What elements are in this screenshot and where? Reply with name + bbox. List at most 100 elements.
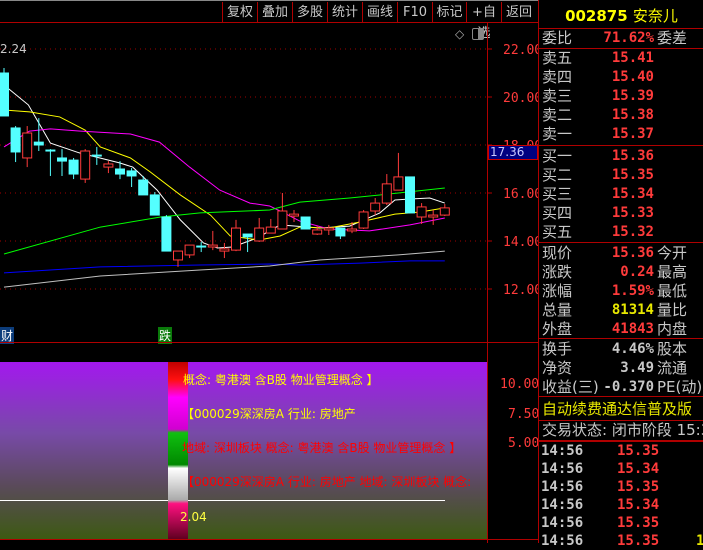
toolbar-button[interactable]: 画线	[362, 2, 397, 23]
candle	[91, 154, 102, 157]
stock-title: 002875 安奈儿	[539, 5, 703, 26]
candle	[149, 194, 160, 216]
stats-label2: 量比	[657, 301, 688, 319]
y-tick-label: 16.00	[503, 187, 538, 202]
toolbar-button[interactable]: 复权	[222, 2, 257, 23]
buys-row: 买一 15.36	[539, 147, 703, 166]
stats-value: 81314	[611, 302, 654, 318]
stats2-label: 收益(三)	[542, 378, 599, 396]
stats2-label: 净资	[542, 359, 573, 377]
stats2-row: 换手 4.46% 股本	[539, 340, 703, 359]
y-tick-label: 14.00	[503, 235, 538, 250]
stats-label2: 内盘	[657, 320, 688, 338]
stats2-value: -0.370	[603, 379, 654, 395]
panel-toggle-icon[interactable]	[472, 28, 484, 40]
toolbar-button[interactable]: 叠加	[257, 2, 292, 23]
tick-row: 14:56 15.35	[541, 515, 660, 531]
stats-label: 总量	[542, 301, 573, 319]
concept-text: 地域: 深圳板块 概念: 粤港澳 含B股 物业管理概念 】	[182, 441, 462, 455]
lower-axis-tick: 5.00	[508, 436, 540, 451]
buys-row: 买三 15.34	[539, 185, 703, 204]
candle	[184, 244, 195, 256]
toolbar-button[interactable]: 标记	[432, 2, 466, 23]
concept-text: 概念: 粤港澳 含B股 物业管理概念 】	[183, 373, 379, 387]
candle	[173, 250, 183, 261]
sells-label: 卖三	[542, 87, 573, 105]
quote-panel: 002875 安奈儿 委比 71.62% 委差 卖五 15.41 卖四 15.40 卖三…	[538, 0, 703, 549]
buys-label: 买三	[542, 185, 573, 203]
diamond-icon[interactable]: ◇	[455, 27, 464, 41]
tick-row: 14:56 15.35	[541, 479, 660, 495]
tick-row: 14:56 15.34	[541, 461, 660, 477]
buys-label: 买二	[542, 166, 573, 184]
toolbar-button[interactable]: 多股	[292, 2, 327, 23]
candle	[80, 150, 91, 180]
stats-row: 现价 15.36 今开	[539, 244, 703, 263]
moving-average-line	[3, 109, 445, 241]
lower-axis-tick: 7.50	[508, 407, 540, 422]
candle	[358, 211, 369, 229]
stock-name: 安奈儿	[632, 7, 678, 25]
candle	[265, 226, 276, 234]
buys-value: 15.36	[611, 148, 654, 164]
axis-line	[487, 23, 488, 543]
weibi-row: 委比 71.62% 委差	[542, 29, 688, 47]
stats-row: 涨跌 0.24 最高	[539, 263, 703, 282]
toolbar-button[interactable]: 统计	[327, 2, 362, 23]
promo-link[interactable]: 自动续费通达信普及版	[539, 400, 703, 419]
toolbar-button[interactable]: F10	[397, 2, 432, 23]
candle	[323, 227, 334, 231]
candle	[312, 229, 323, 235]
toolbar: 复权叠加多股统计画线F10标记+自选返回	[0, 0, 538, 41]
stats-label2: 最高	[657, 263, 688, 281]
candle	[161, 216, 172, 252]
candle	[300, 216, 311, 230]
candle	[219, 248, 230, 252]
candle	[126, 170, 137, 177]
toolbar-button[interactable]: +自选	[466, 2, 501, 41]
sells-row: 卖四 15.40	[539, 68, 703, 87]
candle	[347, 228, 357, 232]
stats2-row: 收益(三) -0.370 PE(动)	[539, 378, 703, 397]
candle	[138, 179, 149, 196]
concept-text: 【000029深深房A 行业: 房地产 地域: 深圳板块 概念:	[182, 475, 472, 489]
stats2-label2: 股本	[657, 340, 688, 358]
sells-row: 卖五 15.41	[539, 49, 703, 68]
candle	[68, 159, 79, 175]
stats-label2: 最低	[657, 282, 688, 300]
y-tick-label: 20.00	[503, 91, 538, 106]
buys-row: 买四 15.33	[539, 204, 703, 223]
moving-average-line	[3, 128, 445, 232]
sells-row: 卖一 15.37	[539, 125, 703, 144]
candle	[242, 233, 253, 238]
stats2-value: 4.46%	[611, 341, 654, 357]
stats-row: 外盘 41843 内盘	[539, 320, 703, 339]
indicator-panel: 2.04 概念: 粤港澳 含B股 物业管理概念 】【000029深深房A 行业:…	[0, 362, 487, 539]
stock-code: 002875	[565, 7, 628, 25]
buys-value: 15.34	[611, 186, 654, 202]
buys-value: 15.32	[611, 224, 654, 240]
stats2-row: 净资 3.49 流通	[539, 359, 703, 378]
candle	[381, 183, 392, 204]
candle	[393, 176, 404, 191]
sells-row: 卖二 15.38	[539, 106, 703, 125]
candle	[335, 227, 346, 237]
concept-text: 【000029深深房A 行业: 房地产	[182, 407, 356, 421]
divider	[0, 342, 538, 343]
stats-value: 41843	[611, 321, 654, 337]
sells-label: 卖四	[542, 68, 573, 86]
kline-chart[interactable]: 22.0020.0018.0016.0014.0012.00	[0, 23, 538, 343]
candle	[277, 210, 288, 230]
sells-value: 15.41	[611, 50, 654, 66]
top-left-label: 2.24	[0, 42, 27, 56]
toolbar-button[interactable]: 返回	[501, 2, 536, 23]
tick-row: 14:56 15.35 1	[541, 533, 703, 549]
candle	[115, 168, 125, 175]
sells-row: 卖三 15.39	[539, 87, 703, 106]
candle	[439, 207, 450, 216]
sells-value: 15.38	[611, 107, 654, 123]
buys-value: 15.33	[611, 205, 654, 221]
candle	[57, 157, 67, 162]
sells-label: 卖二	[542, 106, 573, 124]
sells-value: 15.37	[611, 126, 654, 142]
